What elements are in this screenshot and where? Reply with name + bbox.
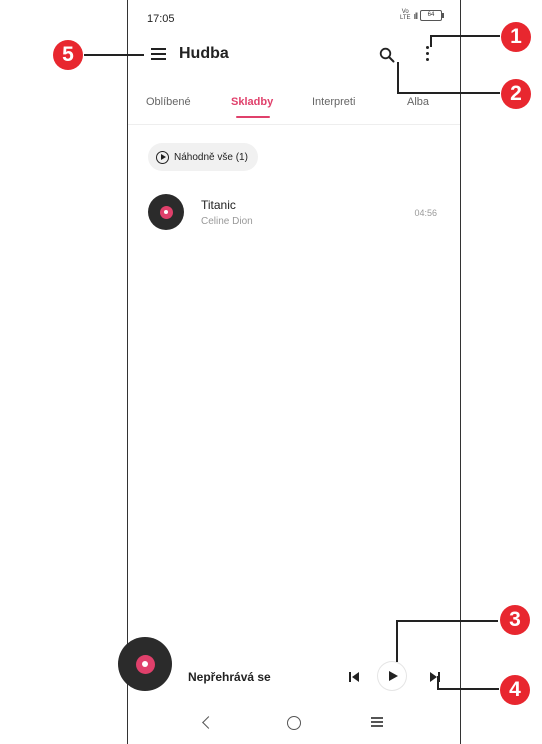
tab-interpreti[interactable]: Interpreti bbox=[312, 96, 355, 108]
active-tab-indicator bbox=[236, 116, 270, 118]
previous-icon[interactable] bbox=[349, 672, 359, 682]
next-icon[interactable] bbox=[430, 672, 440, 682]
vinyl-disc-icon bbox=[148, 194, 184, 230]
callout-2-leader-drop bbox=[397, 62, 399, 93]
volte-bottom-text: LTE bbox=[399, 15, 411, 21]
nav-home-icon[interactable] bbox=[287, 716, 301, 730]
callout-badge-4: 4 bbox=[500, 675, 530, 705]
callout-3-leader-drop bbox=[396, 620, 398, 662]
play-circle-icon bbox=[156, 150, 169, 164]
phone-frame: 17:05 Vo LTE ıll 64 Hudba Oblíbené Sklad… bbox=[127, 0, 461, 744]
callout-badge-5: 5 bbox=[53, 40, 83, 70]
callout-badge-3: 3 bbox=[500, 605, 530, 635]
callout-5-leader bbox=[84, 54, 144, 56]
app-bar: Hudba bbox=[128, 36, 460, 76]
callout-badge-2: 2 bbox=[501, 79, 531, 109]
play-icon[interactable] bbox=[378, 662, 406, 690]
status-bar: 17:05 Vo LTE ıll 64 bbox=[128, 0, 460, 36]
song-artist: Celine Dion bbox=[201, 216, 253, 227]
callout-1-leader bbox=[430, 35, 500, 37]
volte-indicator: Vo LTE bbox=[400, 9, 411, 21]
system-nav-bar bbox=[128, 706, 460, 744]
mini-player[interactable]: Nepřehrává se bbox=[128, 632, 460, 690]
battery-icon: 64 bbox=[420, 10, 444, 21]
menu-icon[interactable] bbox=[151, 48, 166, 60]
player-status-text: Nepřehrává se bbox=[188, 670, 271, 684]
status-time: 17:05 bbox=[147, 13, 175, 25]
song-title: Titanic bbox=[201, 198, 236, 212]
tab-oblibene[interactable]: Oblíbené bbox=[146, 96, 191, 108]
tab-alba[interactable]: Alba bbox=[407, 96, 429, 108]
callout-1-leader-drop bbox=[430, 35, 432, 47]
shuffle-all-label: Náhodně vše (1) bbox=[174, 151, 248, 163]
callout-badge-1: 1 bbox=[501, 22, 531, 52]
nav-back-icon[interactable] bbox=[202, 716, 215, 729]
shuffle-all-button[interactable]: Náhodně vše (1) bbox=[148, 143, 258, 171]
more-vert-icon[interactable] bbox=[424, 45, 430, 63]
tab-bar: Oblíbené Skladby Interpreti Alba bbox=[128, 92, 460, 125]
signal-icon: ıll bbox=[413, 11, 418, 21]
callout-2-leader bbox=[397, 92, 500, 94]
player-album-art[interactable] bbox=[118, 637, 172, 691]
status-icons: Vo LTE ıll 64 bbox=[400, 9, 444, 21]
song-duration: 04:56 bbox=[414, 208, 437, 218]
callout-4-leader-drop bbox=[437, 676, 439, 689]
tab-skladby[interactable]: Skladby bbox=[231, 96, 273, 108]
callout-3-leader bbox=[396, 620, 498, 622]
nav-recents-icon[interactable] bbox=[371, 717, 383, 727]
app-title: Hudba bbox=[179, 45, 229, 62]
song-list-item[interactable]: Titanic Celine Dion 04:56 bbox=[128, 190, 460, 238]
search-icon[interactable] bbox=[379, 47, 395, 63]
callout-4-leader bbox=[437, 688, 499, 690]
